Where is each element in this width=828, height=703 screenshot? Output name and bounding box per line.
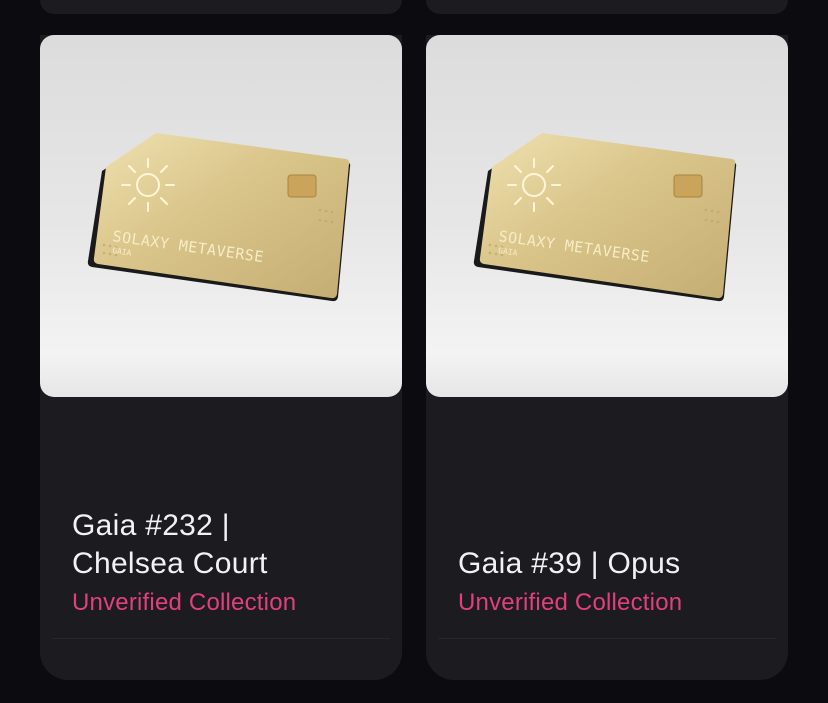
gold-card-illustration: SOLAXY METAVERSE GAIA [473,133,737,302]
card-divider [438,638,776,639]
chip-icon [673,174,703,198]
collection-label[interactable]: Unverified Collection [458,588,682,618]
previous-card-left[interactable] [40,0,402,14]
nft-card[interactable]: SOLAXY METAVERSE GAIA Gaia #39 | Opus Un… [426,35,788,680]
nft-image[interactable]: SOLAXY METAVERSE GAIA [426,35,788,397]
collection-label[interactable]: Unverified Collection [72,588,296,618]
gold-card-illustration: SOLAXY METAVERSE GAIA [87,133,351,302]
card-divider [52,638,390,639]
nft-image[interactable]: SOLAXY METAVERSE GAIA [40,35,402,397]
nft-title-line2: Gaia #39 | Opus [458,547,681,580]
chip-icon [287,174,317,198]
nft-title-line2: Chelsea Court [72,547,268,580]
previous-card-right[interactable] [426,0,788,14]
nft-card[interactable]: SOLAXY METAVERSE GAIA Gaia #232 | Chelse… [40,35,402,680]
nft-title-line1: Gaia #232 | [72,509,230,542]
